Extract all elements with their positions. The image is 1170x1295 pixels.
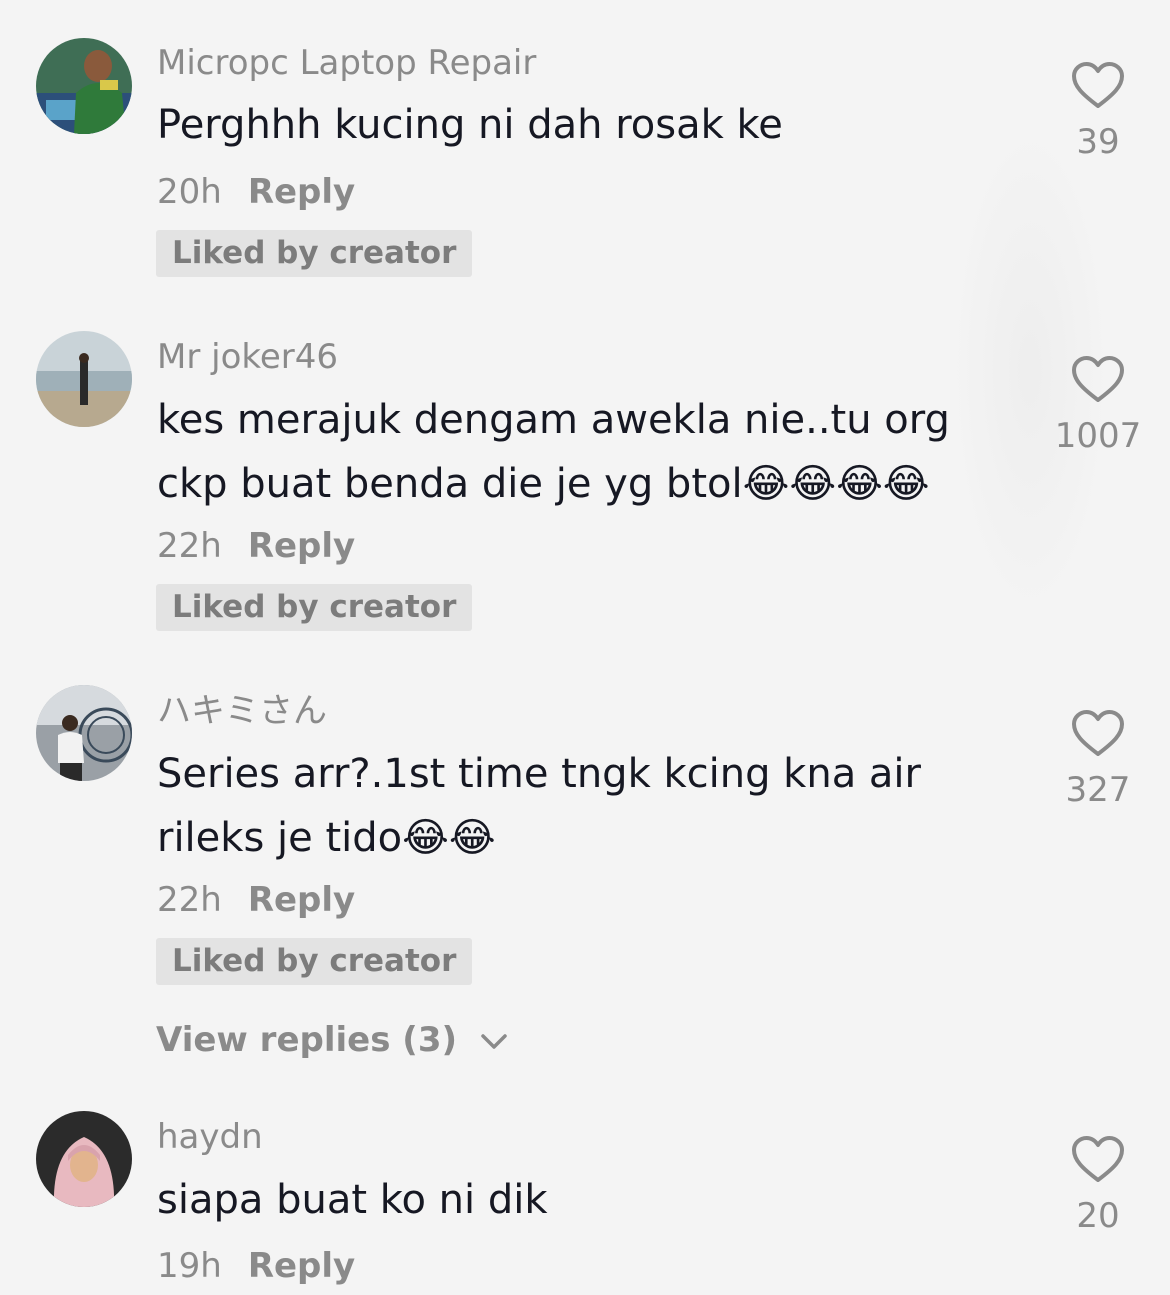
comment-author[interactable]: haydn [157, 1117, 263, 1157]
reply-button[interactable]: Reply [248, 1246, 355, 1286]
like-button[interactable]: 39 [1052, 60, 1144, 162]
comment-author[interactable]: Micropc Laptop Repair [157, 43, 536, 83]
like-button[interactable]: 1007 [1052, 354, 1144, 456]
avatar[interactable] [36, 38, 132, 134]
liked-by-creator-badge: Liked by creator [156, 230, 473, 277]
reply-button[interactable]: Reply [248, 880, 355, 920]
comment-text: kes merajuk dengam awekla nie..tu org ck… [157, 397, 950, 507]
heart-outline-icon[interactable] [1070, 60, 1126, 110]
avatar[interactable] [36, 1111, 132, 1207]
like-button[interactable]: 327 [1052, 708, 1144, 810]
comment-meta: 22h Reply [157, 880, 355, 920]
comment-time: 22h [157, 526, 222, 566]
liked-by-creator-badge: Liked by creator [156, 584, 473, 631]
liked-by-creator-badge: Liked by creator [156, 938, 473, 985]
view-replies-label: View replies (3) [156, 1020, 458, 1060]
like-count: 20 [1076, 1196, 1120, 1236]
comment-author[interactable]: Mr joker46 [157, 337, 338, 377]
comment-time: 22h [157, 880, 222, 920]
comment-text: Series arr?.1st time tngk kcing kna air … [157, 751, 921, 861]
comment-time: 19h [157, 1246, 222, 1286]
comment-time: 20h [157, 172, 222, 212]
comment-meta: 19h Reply [157, 1246, 355, 1286]
heart-outline-icon[interactable] [1070, 354, 1126, 404]
avatar[interactable] [36, 331, 132, 427]
comment-author[interactable]: ハキミさん [157, 691, 327, 731]
comment-text: Perghhh kucing ni dah rosak ke [157, 102, 783, 148]
avatar[interactable] [36, 685, 132, 781]
like-button[interactable]: 20 [1052, 1134, 1144, 1236]
chevron-down-icon [481, 1033, 507, 1049]
comment-text: siapa buat ko ni dik [157, 1177, 548, 1223]
reply-button[interactable]: Reply [248, 172, 355, 212]
like-count: 39 [1076, 122, 1120, 162]
view-replies-button[interactable]: View replies (3) [156, 1018, 509, 1062]
like-count: 327 [1065, 770, 1131, 810]
heart-outline-icon[interactable] [1070, 1134, 1126, 1184]
comment-meta: 22h Reply [157, 526, 355, 566]
heart-outline-icon[interactable] [1070, 708, 1126, 758]
reply-button[interactable]: Reply [248, 526, 355, 566]
like-count: 1007 [1054, 416, 1142, 456]
comment-meta: 20h Reply [157, 172, 355, 212]
